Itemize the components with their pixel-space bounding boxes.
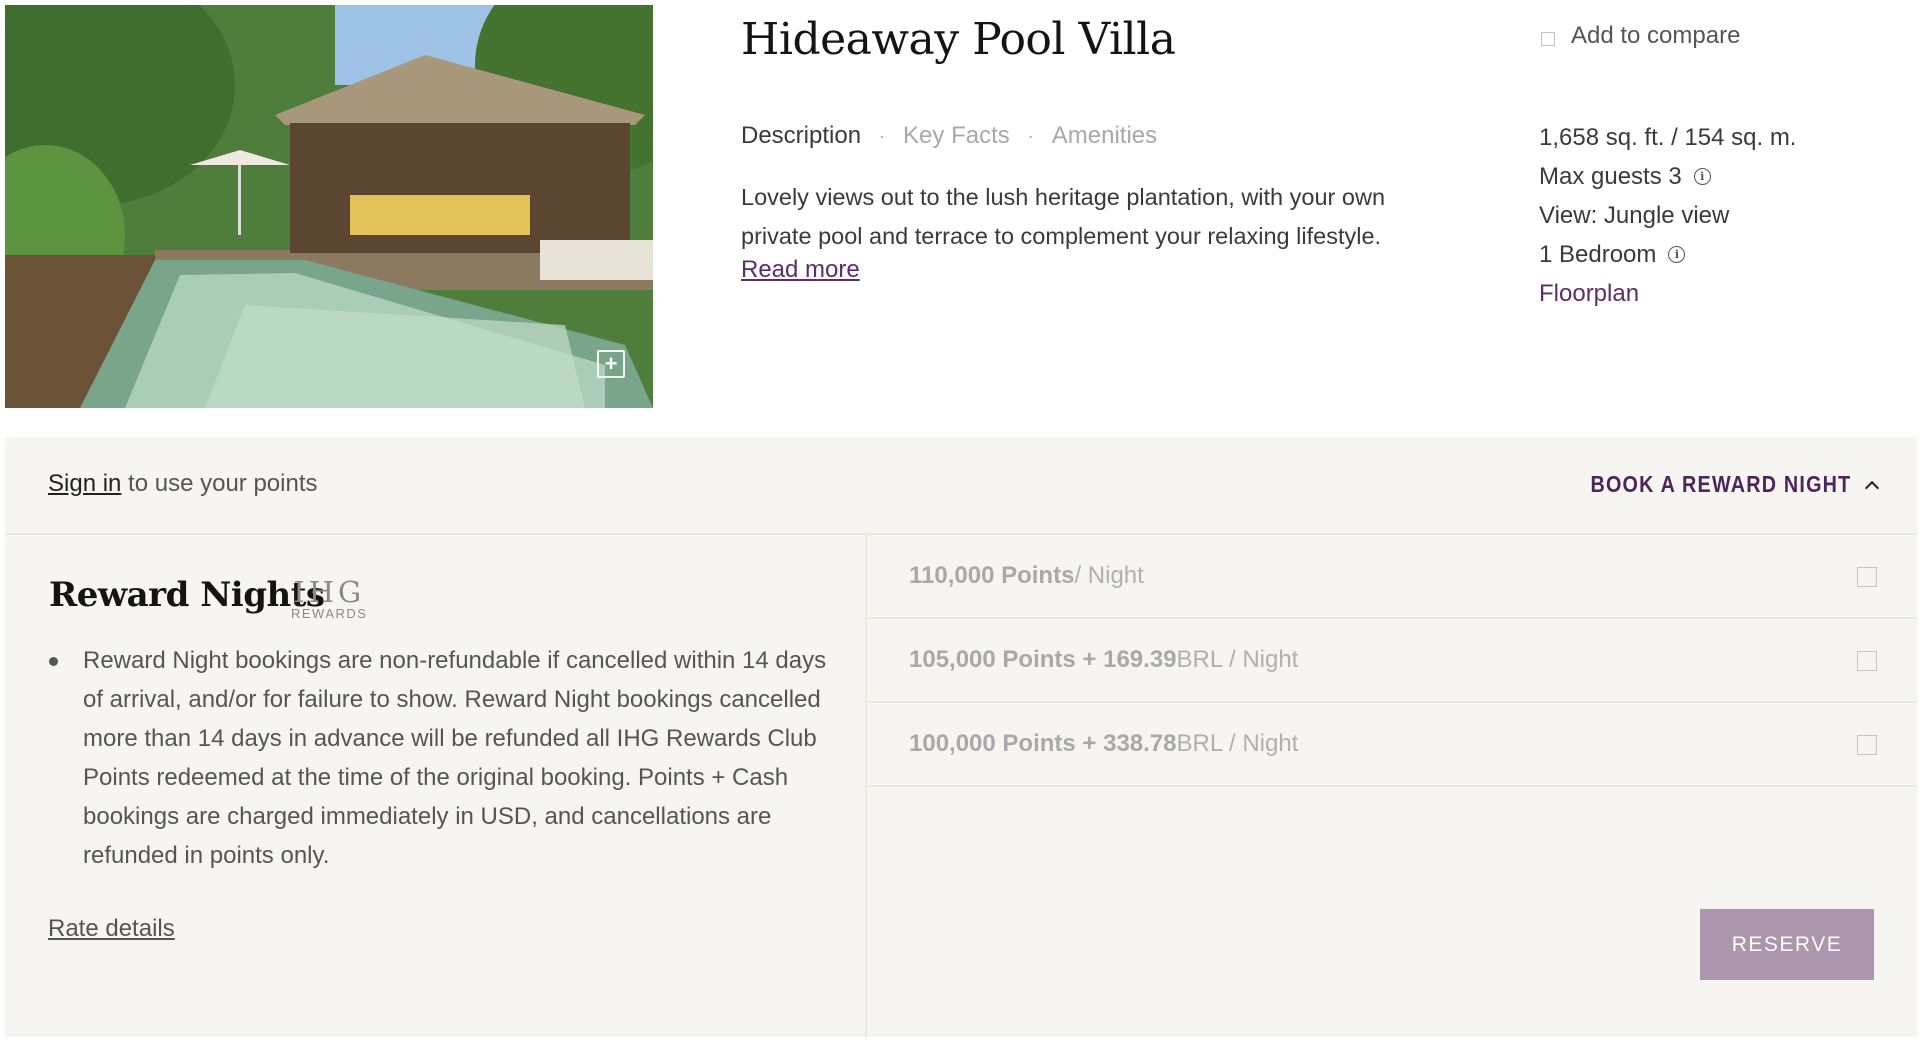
read-more-link[interactable]: Read more [741,256,860,284]
rate-option-checkbox[interactable] [1857,735,1877,755]
reward-panel-header: Sign in to use your points BOOK A REWARD… [5,437,1917,535]
rate-option-checkbox[interactable] [1857,651,1877,671]
sign-in-suffix: to use your points [121,470,318,497]
ihg-logo-main: IHG [293,575,366,609]
fact-size-text: 1,658 sq. ft. / 154 sq. m. [1539,123,1797,151]
reward-panel: Sign in to use your points BOOK A REWARD… [5,437,1917,1037]
rate-option-points-value: 100,000 Points + 338.78 [909,730,1177,757]
bullet-icon [49,657,58,666]
rate-options: 110,000 Points / Night 105,000 Points + … [867,535,1917,980]
rate-option-checkbox[interactable] [1857,567,1877,587]
reward-nights-title: Reward Nights [49,575,325,615]
info-icon[interactable]: i [1693,168,1711,185]
room-description: Lovely views out to the lush heritage pl… [741,184,1386,249]
floorplan-link[interactable]: Floorplan [1539,279,1639,309]
villa-pool-image [5,5,653,408]
rate-option-suffix: BRL / Night [1176,646,1299,673]
ihg-logo-sub: REWARDS [291,606,368,621]
rate-option-suffix: BRL / Night [1176,730,1299,757]
room-photo[interactable]: + [5,5,653,408]
fact-view-text: View: Jungle view [1539,201,1730,229]
room-title: Hideaway Pool Villa [741,14,1176,65]
policy-list-item: Reward Night bookings are non-refundable… [49,641,829,875]
rate-option-points[interactable]: 110,000 Points / Night [867,535,1917,619]
rate-option-points-cash-1[interactable]: 105,000 Points + 169.39 BRL / Night [867,619,1917,703]
tab-description[interactable]: Description [741,122,861,150]
room-facts: 1,658 sq. ft. / 154 sq. m. Max guests 3 … [1539,118,1796,313]
policy-text: Reward Night bookings are non-refundable… [83,647,827,869]
rate-option-points-cash-2[interactable]: 100,000 Points + 338.78 BRL / Night [867,703,1917,787]
room-tabs: Description · Key Facts · Amenities [741,122,1157,150]
fact-bedrooms-text: 1 Bedroom [1539,240,1657,268]
sign-in-prompt: Sign in to use your points [48,470,318,498]
rate-option-points-value: 105,000 Points + 169.39 [909,646,1177,673]
expand-image-button[interactable]: + [597,350,625,378]
fact-view: View: Jungle view [1539,196,1796,235]
tab-separator: · [1027,125,1034,146]
info-icon[interactable]: i [1668,246,1686,263]
book-reward-night-label: BOOK A REWARD NIGHT [1590,471,1851,497]
fact-floorplan: Floorplan [1539,274,1796,313]
rate-details-link[interactable]: Rate details [48,915,175,943]
tab-key-facts[interactable]: Key Facts [903,122,1010,150]
tab-separator: · [879,125,886,146]
fact-size: 1,658 sq. ft. / 154 sq. m. [1539,118,1796,157]
add-to-compare[interactable]: Add to compare [1541,22,1740,50]
rate-option-suffix: / Night [1074,562,1144,589]
reward-info-column: Reward Nights IHG REWARDS Reward Night b… [5,535,865,1037]
fact-max-guests-text: Max guests 3 [1539,162,1682,190]
tab-amenities[interactable]: Amenities [1052,122,1157,150]
fact-max-guests: Max guests 3 i [1539,157,1796,196]
compare-label: Add to compare [1571,22,1741,49]
book-reward-night-toggle[interactable]: BOOK A REWARD NIGHT [1548,471,1880,498]
chevron-up-icon [1864,480,1880,495]
fact-bedrooms: 1 Bedroom i [1539,235,1796,274]
sign-in-link[interactable]: Sign in [48,470,121,497]
rate-option-points-value: 110,000 Points [909,562,1075,589]
ihg-rewards-logo: IHG REWARDS [291,577,367,621]
plus-icon: + [604,351,618,376]
reserve-button[interactable]: RESERVE [1700,909,1874,980]
compare-checkbox[interactable] [1541,32,1555,46]
